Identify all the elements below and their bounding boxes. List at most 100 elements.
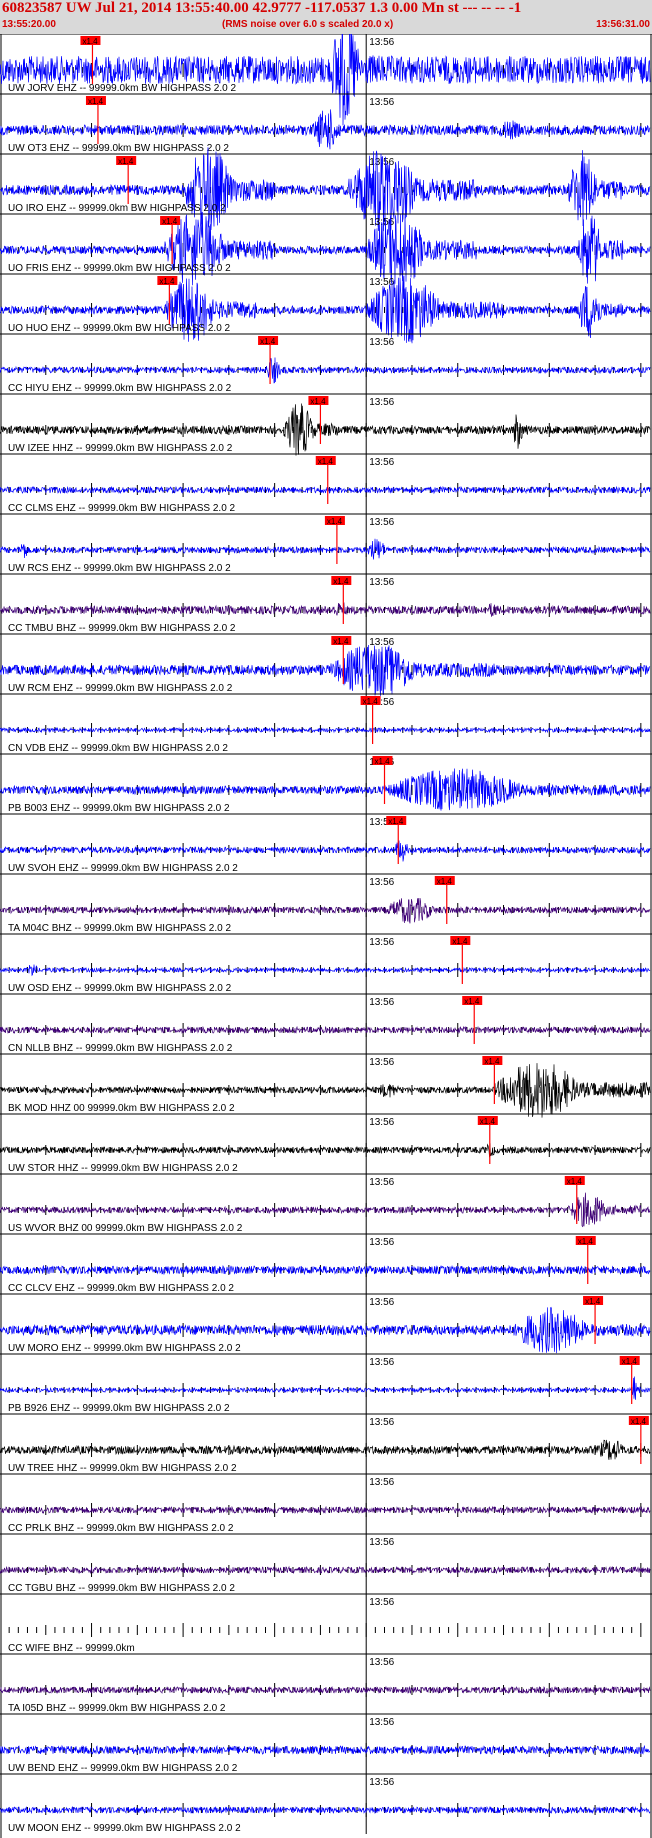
pick-label: x1.4 — [578, 1237, 594, 1246]
pick-label: x1.4 — [318, 457, 334, 466]
minute-label: 13:56 — [369, 1657, 394, 1668]
station-label: UO FRIS EHZ -- 99999.0km BW HIGHPASS 2.0… — [8, 263, 231, 274]
minute-label: 13:56 — [369, 1477, 394, 1488]
waveform-trace — [0, 1685, 651, 1695]
minute-label: 13:56 — [369, 1777, 394, 1788]
minute-label: 13:56 — [369, 1597, 394, 1608]
station-label: BK MOD HHZ 00 99999.0km BW HIGHPASS 2.0 … — [8, 1103, 235, 1114]
waveform-trace — [0, 1143, 651, 1158]
station-label: UW OT3 EHZ -- 99999.0km BW HIGHPASS 2.0 … — [8, 143, 229, 154]
minute-label: 13:56 — [369, 1297, 394, 1308]
station-label: CC CLMS EHZ -- 99999.0km BW HIGHPASS 2.0… — [8, 503, 236, 514]
pick-label: x1.4 — [88, 97, 104, 106]
pick-label: x1.4 — [310, 397, 326, 406]
station-label: PB B003 EHZ -- 99999.0km BW HIGHPASS 2.0… — [8, 803, 230, 814]
station-label: UW OSD EHZ -- 99999.0km BW HIGHPASS 2.0 … — [8, 983, 232, 994]
station-label: CC PRLK BHZ -- 99999.0km BW HIGHPASS 2.0… — [8, 1523, 234, 1534]
waveform-trace — [0, 147, 651, 232]
pick-label: x1.4 — [118, 157, 134, 166]
station-label: UW TREE HHZ -- 99999.0km BW HIGHPASS 2.0… — [8, 1463, 237, 1474]
minute-label: 13:56 — [369, 457, 394, 468]
waveform-trace — [0, 1376, 651, 1400]
minute-label: 13:56 — [369, 37, 394, 48]
station-label: UW BEND EHZ -- 99999.0km BW HIGHPASS 2.0… — [8, 1763, 238, 1774]
station-label: TA I05D BHZ -- 99999.0km BW HIGHPASS 2.0… — [8, 1703, 226, 1714]
waveform-trace — [0, 897, 651, 924]
station-label: US WVOR BHZ 00 99999.0km BW HIGHPASS 2.0… — [8, 1223, 243, 1234]
minute-label: 13:56 — [369, 337, 394, 348]
waveform-trace — [0, 357, 651, 384]
minute-label: 13:56 — [369, 877, 394, 888]
station-label: PB B926 EHZ -- 99999.0km BW HIGHPASS 2.0… — [8, 1403, 230, 1414]
waveform-trace — [0, 1565, 651, 1575]
minute-label: 13:56 — [369, 1357, 394, 1368]
station-label: CC HIYU EHZ -- 99999.0km BW HIGHPASS 2.0… — [8, 383, 232, 394]
pick-label: x1.4 — [585, 1297, 601, 1306]
station-label: UW JORV EHZ -- 99999.0km BW HIGHPASS 2.0… — [8, 83, 236, 94]
minute-label: 13:56 — [369, 1417, 394, 1428]
pick-label: x1.4 — [484, 1057, 500, 1066]
station-label: TA M04C BHZ -- 99999.0km BW HIGHPASS 2.0… — [8, 923, 231, 934]
header-bar: 60823587 UW Jul 21, 2014 13:55:40.00 42.… — [0, 0, 652, 34]
waveform-trace — [0, 1025, 651, 1035]
station-label: CC CLCV EHZ -- 99999.0km BW HIGHPASS 2.0… — [8, 1283, 234, 1294]
waveform-trace — [0, 485, 651, 495]
waveform-trace — [0, 1505, 651, 1515]
waveform-trace — [0, 1264, 651, 1276]
minute-label: 13:56 — [369, 1177, 394, 1188]
station-label: UW RCS EHZ -- 99999.0km BW HIGHPASS 2.0 … — [8, 563, 231, 574]
waveform-trace — [0, 1805, 651, 1815]
pick-label: x1.4 — [464, 997, 480, 1006]
station-label: CC WIFE BHZ -- 99999.0km — [8, 1643, 135, 1654]
waveform-trace — [0, 840, 651, 862]
station-label: CN VDB EHZ -- 99999.0km BW HIGHPASS 2.0 … — [8, 743, 228, 754]
minute-label: 13:56 — [369, 637, 394, 648]
minute-label: 13:56 — [369, 397, 394, 408]
pick-label: x1.4 — [162, 217, 178, 226]
waveform-trace — [0, 1439, 651, 1460]
station-label: UW STOR HHZ -- 99999.0km BW HIGHPASS 2.0… — [8, 1163, 238, 1174]
minute-label: 13:56 — [369, 1537, 394, 1548]
pick-label: x1.4 — [631, 1417, 647, 1426]
waveform-trace — [0, 602, 651, 617]
waveform-trace — [0, 1744, 651, 1755]
pick-label: x1.4 — [622, 1357, 638, 1366]
station-label: CC TGBU BHZ -- 99999.0km BW HIGHPASS 2.0… — [8, 1583, 235, 1594]
pick-label: x1.4 — [333, 637, 349, 646]
station-label: UO IRO EHZ -- 99999.0km BW HIGHPASS 2.0 … — [8, 203, 226, 214]
minute-label: 13:56 — [369, 517, 394, 528]
waveform-trace — [0, 538, 651, 560]
seismogram-plot: 13:56 x1.4 UW JORV EHZ -- 99999.0km BW HIG… — [0, 34, 652, 1838]
pick-label: x1.4 — [333, 577, 349, 586]
minute-label: 13:56 — [369, 277, 394, 288]
minute-label: 13:56 — [369, 1237, 394, 1248]
event-title: 60823587 UW Jul 21, 2014 13:55:40.00 42.… — [2, 0, 522, 16]
station-label: UW MOON EHZ -- 99999.0km BW HIGHPASS 2.0… — [8, 1823, 241, 1834]
station-label: UW SVOH EHZ -- 99999.0km BW HIGHPASS 2.0… — [8, 863, 238, 874]
pick-label: x1.4 — [82, 37, 98, 46]
pick-label: x1.4 — [159, 277, 175, 286]
pick-label: x1.4 — [327, 517, 343, 526]
minute-label: 13:56 — [369, 997, 394, 1008]
waveform-trace — [0, 726, 651, 734]
minute-label: 13:56 — [369, 1117, 394, 1128]
waveform-trace — [0, 964, 651, 977]
station-label: UW MORO EHZ -- 99999.0km BW HIGHPASS 2.0… — [8, 1343, 241, 1354]
waveform-trace — [0, 1192, 651, 1228]
minute-label: 13:56 — [369, 937, 394, 948]
minute-label: 13:56 — [369, 97, 394, 108]
scale-note: (RMS noise over 6.0 s scaled 20.0 x) — [222, 19, 394, 30]
station-label: CC TMBU BHZ -- 99999.0km BW HIGHPASS 2.0… — [8, 623, 236, 634]
pick-label: x1.4 — [567, 1177, 583, 1186]
minute-label: 13:56 — [369, 577, 394, 588]
pick-label: x1.4 — [452, 937, 468, 946]
station-label: UW IZEE HHZ -- 99999.0km BW HIGHPASS 2.0… — [8, 443, 233, 454]
pick-label: x1.4 — [375, 757, 391, 766]
station-label: UW RCM EHZ -- 99999.0km BW HIGHPASS 2.0 … — [8, 683, 233, 694]
minute-label: 13:56 — [369, 1717, 394, 1728]
pick-label: x1.4 — [363, 697, 379, 706]
pick-label: x1.4 — [480, 1117, 496, 1126]
pick-label: x1.4 — [260, 337, 276, 346]
pick-label: x1.4 — [388, 817, 404, 826]
minute-label: 13:56 — [369, 1057, 394, 1068]
